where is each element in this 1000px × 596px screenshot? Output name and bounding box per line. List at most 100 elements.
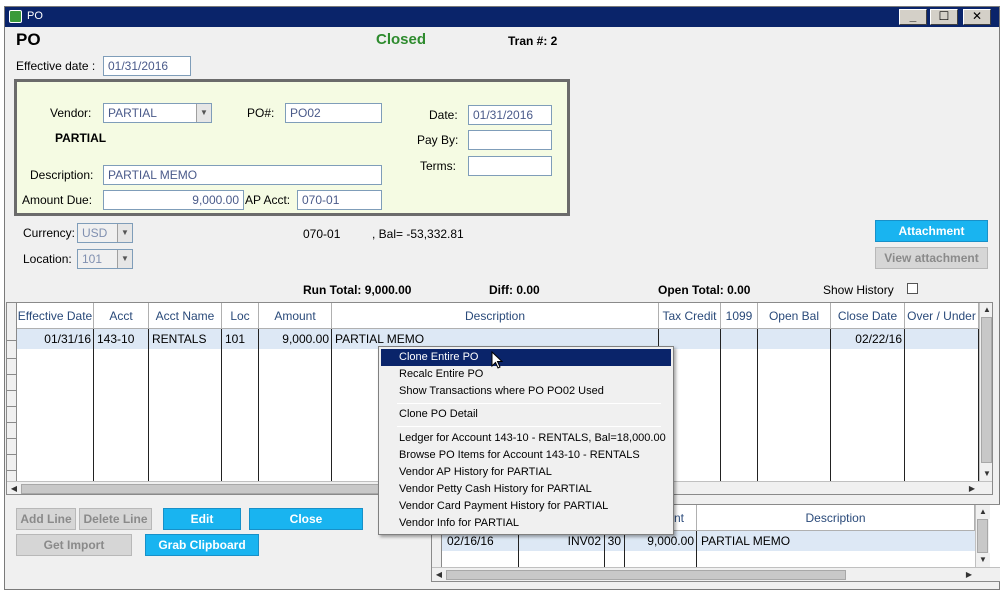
- show-history-label: Show History: [823, 283, 894, 297]
- account-balance: , Bal= -53,332.81: [372, 227, 464, 241]
- column-header-sub-description[interactable]: Description: [697, 505, 975, 531]
- context-menu: Clone Entire PO Recalc Entire PO Show Tr…: [378, 346, 674, 535]
- terms-label: Terms:: [420, 159, 456, 173]
- column-header-tax-credit[interactable]: Tax Credit: [659, 303, 721, 329]
- row-selector: [7, 363, 17, 375]
- menu-item-show-transactions[interactable]: Show Transactions where PO PO02 Used: [381, 383, 671, 400]
- tran-number: Tran #: 2: [508, 34, 558, 48]
- close-button[interactable]: Close: [249, 508, 363, 530]
- page-title: PO: [16, 30, 41, 49]
- grab-clipboard-button[interactable]: Grab Clipboard: [145, 534, 259, 556]
- minimize-button[interactable]: _: [899, 9, 927, 25]
- location-select[interactable]: 101 ▼: [77, 249, 133, 269]
- column-header-effective-date[interactable]: Effective Date: [17, 303, 94, 329]
- get-import-button[interactable]: Get Import: [16, 534, 132, 556]
- menu-item-browse-po-items[interactable]: Browse PO Items for Account 143-10 - REN…: [381, 447, 671, 464]
- edit-button[interactable]: Edit: [163, 508, 241, 530]
- cell-acct-name[interactable]: RENTALS: [149, 329, 222, 349]
- chevron-down-icon[interactable]: ▼: [196, 104, 211, 122]
- scroll-thumb[interactable]: [21, 484, 381, 494]
- cell-amount[interactable]: 9,000.00: [259, 329, 332, 349]
- scroll-up-icon[interactable]: ▲: [976, 505, 990, 519]
- menu-item-vendor-card-payment-history[interactable]: Vendor Card Payment History for PARTIAL: [381, 498, 671, 515]
- column-header-open-bal[interactable]: Open Bal: [758, 303, 831, 329]
- delete-line-button[interactable]: Delete Line: [79, 508, 152, 530]
- cell-effective-date[interactable]: 01/31/16: [17, 329, 94, 349]
- cell-close-date[interactable]: 02/22/16: [831, 329, 905, 349]
- column-header-close-date[interactable]: Close Date: [831, 303, 905, 329]
- column-divider: [904, 329, 905, 481]
- scroll-down-icon[interactable]: ▼: [976, 553, 990, 567]
- column-divider: [93, 329, 94, 481]
- menu-item-vendor-petty-cash-history[interactable]: Vendor Petty Cash History for PARTIAL: [381, 481, 671, 498]
- ap-acct-field[interactable]: 070-01: [297, 190, 382, 210]
- column-divider: [148, 329, 149, 481]
- ap-acct-label: AP Acct:: [245, 193, 291, 207]
- scroll-thumb[interactable]: [446, 570, 846, 580]
- cell-acct[interactable]: 143-10: [94, 329, 149, 349]
- column-divider: [518, 531, 519, 567]
- column-header-amount[interactable]: Amount: [259, 303, 332, 329]
- row-selector-current[interactable]: [7, 329, 17, 341]
- vendor-select-value: PARTIAL: [108, 106, 157, 120]
- date-label: Date:: [429, 108, 458, 122]
- scroll-down-icon[interactable]: ▼: [980, 467, 992, 481]
- scroll-left-icon[interactable]: ◀: [432, 568, 446, 581]
- scroll-up-icon[interactable]: ▲: [980, 303, 992, 317]
- amount-due-field[interactable]: 9,000.00: [103, 190, 244, 210]
- menu-item-recalc-entire-po[interactable]: Recalc Entire PO: [381, 366, 671, 383]
- pay-by-label: Pay By:: [417, 133, 459, 147]
- column-header-acct-name[interactable]: Acct Name: [149, 303, 222, 329]
- close-window-button[interactable]: ✕: [963, 9, 991, 25]
- menu-item-vendor-ap-history[interactable]: Vendor AP History for PARTIAL: [381, 464, 671, 481]
- po-window: PO _ ☐ ✕ PO Closed Tran #: 2 Effective d…: [4, 6, 1000, 590]
- open-total: Open Total: 0.00: [658, 283, 751, 297]
- po-number-label: PO#:: [247, 106, 275, 120]
- column-divider: [696, 531, 697, 567]
- show-history-checkbox[interactable]: [907, 283, 918, 294]
- column-header-over-under[interactable]: Over / Under: [905, 303, 979, 329]
- view-attachment-button[interactable]: View attachment: [875, 247, 988, 269]
- column-header-acct[interactable]: Acct: [94, 303, 149, 329]
- menu-item-ledger-account[interactable]: Ledger for Account 143-10 - RENTALS, Bal…: [381, 430, 671, 447]
- menu-item-clone-entire-po[interactable]: Clone Entire PO: [381, 349, 671, 366]
- vendor-select[interactable]: PARTIAL ▼: [103, 103, 212, 123]
- row-selector: [7, 395, 17, 407]
- scroll-thumb[interactable]: [981, 317, 992, 463]
- vertical-scrollbar[interactable]: ▲ ▼: [975, 505, 990, 567]
- attachment-button[interactable]: Attachment: [875, 220, 988, 242]
- cell-loc[interactable]: 101: [222, 329, 259, 349]
- row-selector: [7, 459, 17, 471]
- scroll-right-icon[interactable]: ▶: [962, 568, 976, 581]
- menu-item-clone-po-detail[interactable]: Clone PO Detail: [381, 406, 671, 423]
- column-header-description[interactable]: Description: [332, 303, 659, 329]
- column-header-1099[interactable]: 1099: [721, 303, 758, 329]
- add-line-button[interactable]: Add Line: [16, 508, 76, 530]
- menu-item-vendor-info[interactable]: Vendor Info for PARTIAL: [381, 515, 671, 532]
- cell-sub-description[interactable]: PARTIAL MEMO: [698, 531, 968, 551]
- row-selector: [7, 443, 17, 455]
- column-divider: [331, 329, 332, 481]
- terms-field[interactable]: [468, 156, 552, 176]
- location-select-value: 101: [82, 252, 103, 266]
- scroll-left-icon[interactable]: ◀: [7, 482, 21, 494]
- mouse-cursor-icon: [491, 351, 503, 369]
- column-divider: [830, 329, 831, 481]
- horizontal-scrollbar[interactable]: ◀ ▶: [432, 567, 1000, 581]
- date-field[interactable]: 01/31/2016: [468, 105, 552, 125]
- maximize-button[interactable]: ☐: [930, 9, 958, 25]
- scroll-right-icon[interactable]: ▶: [965, 482, 979, 494]
- scroll-thumb[interactable]: [977, 519, 988, 553]
- column-divider: [757, 329, 758, 481]
- chevron-down-icon[interactable]: ▼: [117, 224, 132, 242]
- effective-date-field[interactable]: 01/31/2016: [103, 56, 191, 76]
- vertical-scrollbar[interactable]: ▲ ▼: [979, 303, 992, 481]
- row-selector: [7, 427, 17, 439]
- po-number-field[interactable]: PO02: [285, 103, 382, 123]
- chevron-down-icon[interactable]: ▼: [117, 250, 132, 268]
- account-code: 070-01: [303, 227, 341, 241]
- description-field[interactable]: PARTIAL MEMO: [103, 165, 382, 185]
- pay-by-field[interactable]: [468, 130, 552, 150]
- column-header-loc[interactable]: Loc: [222, 303, 259, 329]
- currency-select[interactable]: USD ▼: [77, 223, 133, 243]
